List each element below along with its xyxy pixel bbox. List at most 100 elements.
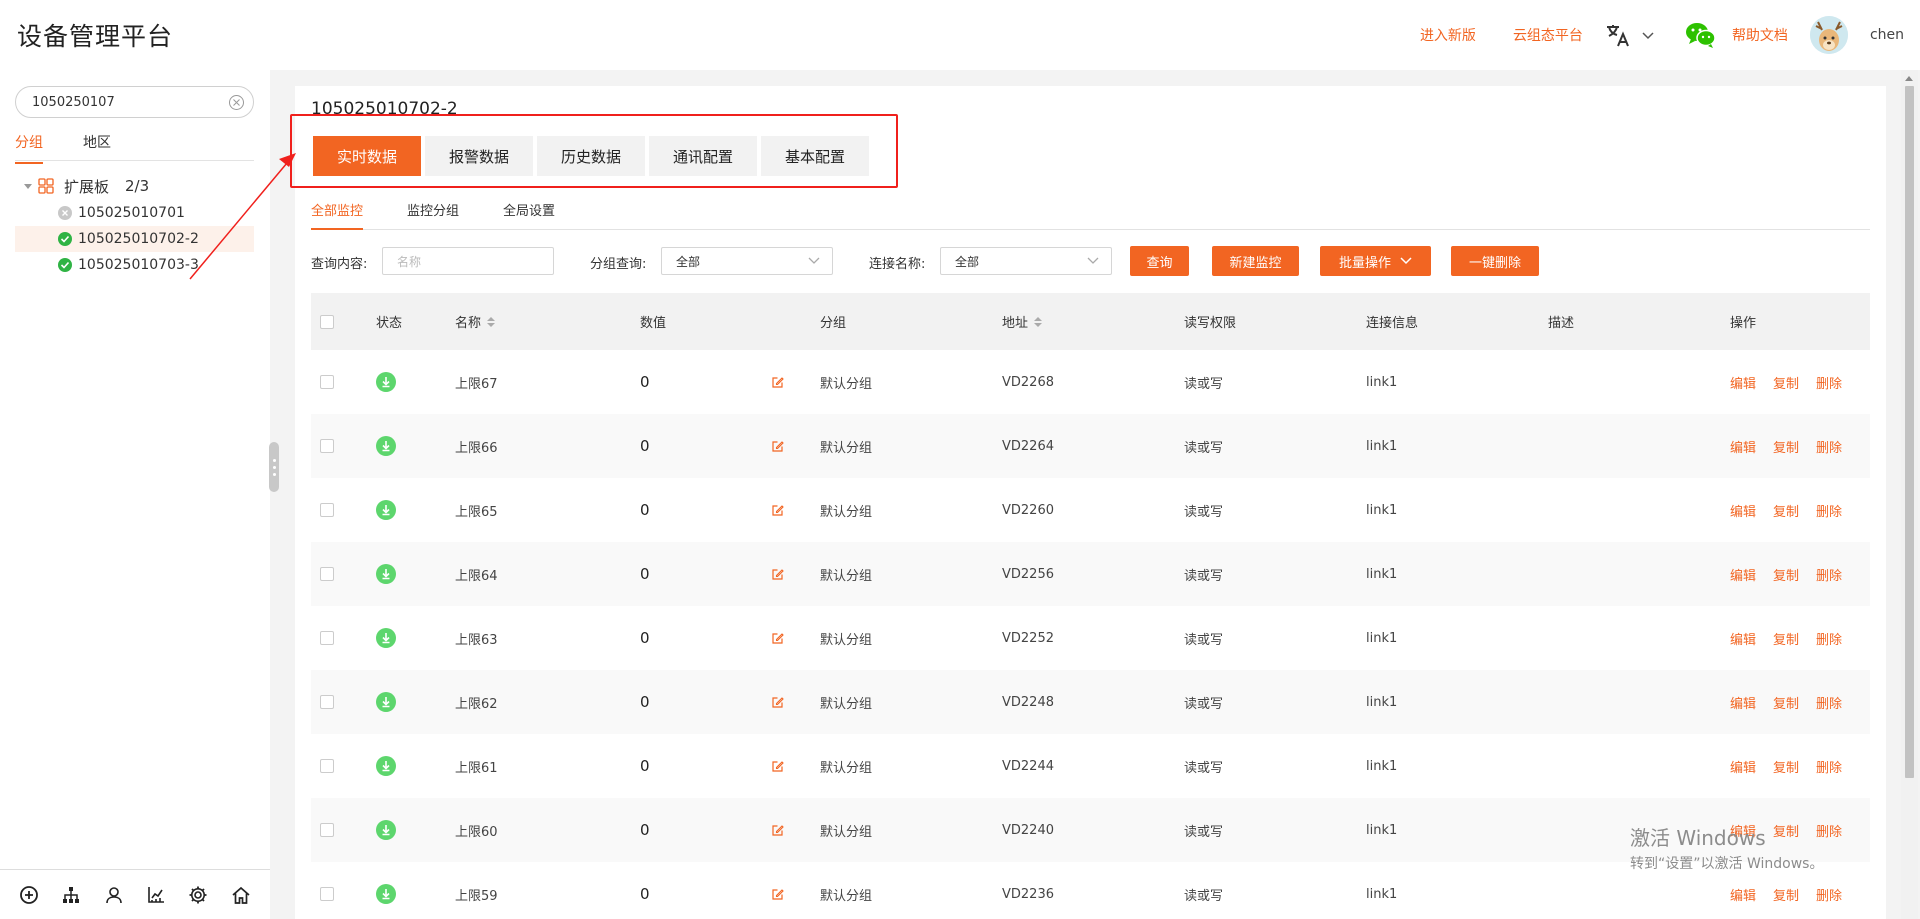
subtab-global-settings[interactable]: 全局设置 [503, 200, 555, 228]
tree-node-device-selected[interactable]: 105025010702-2 [15, 226, 254, 252]
scroll-up-icon[interactable] [1905, 76, 1913, 81]
row-checkbox[interactable] [320, 542, 334, 606]
copy-link[interactable]: 复制 [1773, 821, 1799, 840]
delete-link[interactable]: 删除 [1816, 565, 1842, 584]
edit-value-icon[interactable] [772, 862, 784, 919]
tab-history-data[interactable]: 历史数据 [537, 136, 645, 176]
tree-node-device[interactable]: 105025010701 [15, 200, 254, 226]
settings-gear-icon[interactable] [188, 885, 208, 905]
row-checkbox[interactable] [320, 734, 334, 798]
tab-basic-config[interactable]: 基本配置 [761, 136, 869, 176]
edit-link[interactable]: 编辑 [1730, 821, 1756, 840]
address-cell: VD2248 [1002, 694, 1054, 710]
page-scrollbar[interactable] [1901, 70, 1918, 919]
row-checkbox[interactable] [320, 606, 334, 670]
edit-value-icon[interactable] [772, 734, 784, 798]
batch-operations-button[interactable]: 批量操作 [1320, 246, 1431, 276]
query-input[interactable]: 名称 [382, 247, 554, 275]
col-value: 数值 [640, 316, 667, 331]
row-checkbox[interactable] [320, 350, 334, 414]
edit-value-icon[interactable] [772, 478, 784, 542]
group-cell: 默认分组 [820, 760, 873, 776]
home-icon[interactable] [231, 885, 251, 905]
delete-link[interactable]: 删除 [1816, 885, 1842, 904]
copy-link[interactable]: 复制 [1773, 501, 1799, 520]
avatar[interactable] [1809, 16, 1848, 54]
new-version-link[interactable]: 进入新版 [1420, 25, 1476, 45]
edit-link[interactable]: 编辑 [1730, 757, 1756, 776]
edit-link[interactable]: 编辑 [1730, 629, 1756, 648]
copy-link[interactable]: 复制 [1773, 693, 1799, 712]
connection-select[interactable]: 全部 [940, 247, 1112, 275]
row-checkbox[interactable] [320, 478, 334, 542]
copy-link[interactable]: 复制 [1773, 629, 1799, 648]
status-cell [376, 350, 396, 414]
edit-value-icon[interactable] [772, 414, 784, 478]
copy-link[interactable]: 复制 [1773, 885, 1799, 904]
edit-link[interactable]: 编辑 [1730, 693, 1756, 712]
edit-link[interactable]: 编辑 [1730, 437, 1756, 456]
user-icon[interactable] [104, 885, 124, 905]
col-address[interactable]: 地址 [1002, 293, 1043, 350]
tab-comm-config[interactable]: 通讯配置 [649, 136, 757, 176]
sort-icon[interactable] [1034, 316, 1043, 327]
tab-region[interactable]: 地区 [83, 132, 111, 162]
row-checkbox[interactable] [320, 414, 334, 478]
user-name[interactable]: chen [1870, 27, 1904, 43]
scrollbar-thumb[interactable] [1905, 86, 1914, 778]
tab-alarm-data[interactable]: 报警数据 [425, 136, 533, 176]
copy-link[interactable]: 复制 [1773, 437, 1799, 456]
new-monitor-button[interactable]: 新建监控 [1212, 246, 1299, 276]
org-tree-icon[interactable] [61, 885, 81, 905]
cloud-platform-link[interactable]: 云组态平台 [1513, 25, 1583, 45]
edit-value-icon[interactable] [772, 798, 784, 862]
delete-link[interactable]: 删除 [1816, 501, 1842, 520]
subtab-monitor-groups[interactable]: 监控分组 [407, 200, 459, 228]
delete-link[interactable]: 删除 [1816, 821, 1842, 840]
add-circle-icon[interactable] [19, 885, 39, 905]
copy-link[interactable]: 复制 [1773, 757, 1799, 776]
row-checkbox[interactable] [320, 862, 334, 919]
header-actions: 进入新版 云组态平台 帮助文档 chen [1420, 0, 1904, 70]
device-title: 105025010702-2 [311, 99, 458, 119]
row-checkbox[interactable] [320, 798, 334, 862]
group-select[interactable]: 全部 [661, 247, 833, 275]
col-name[interactable]: 名称 [455, 293, 496, 350]
edit-link[interactable]: 编辑 [1730, 501, 1756, 520]
delete-link[interactable]: 删除 [1816, 373, 1842, 392]
edit-link[interactable]: 编辑 [1730, 373, 1756, 392]
chart-icon[interactable] [146, 885, 166, 905]
tree-root-expansion-board[interactable]: 扩展板 2/3 [15, 174, 254, 198]
edit-value-icon[interactable] [772, 542, 784, 606]
delete-link[interactable]: 删除 [1816, 693, 1842, 712]
table-body: 上限67 0 默认分组 VD2268 读或写 link1 编辑 复制 删除 上限66 0 默认分组 VD… [311, 350, 1870, 919]
status-cell [376, 798, 396, 862]
delete-link[interactable]: 删除 [1816, 629, 1842, 648]
select-all-checkbox[interactable] [320, 293, 334, 350]
query-button[interactable]: 查询 [1130, 246, 1189, 276]
tab-realtime-data[interactable]: 实时数据 [313, 136, 421, 176]
sort-icon[interactable] [487, 316, 496, 327]
edit-value-icon[interactable] [772, 670, 784, 734]
copy-link[interactable]: 复制 [1773, 565, 1799, 584]
delete-link[interactable]: 删除 [1816, 757, 1842, 776]
edit-value-icon[interactable] [772, 606, 784, 670]
sidebar-collapse-handle[interactable] [269, 442, 279, 492]
wechat-icon[interactable] [1685, 21, 1717, 49]
device-search-input[interactable] [32, 94, 222, 110]
edit-link[interactable]: 编辑 [1730, 885, 1756, 904]
delete-all-button[interactable]: 一键删除 [1451, 246, 1539, 276]
edit-link[interactable]: 编辑 [1730, 565, 1756, 584]
copy-link[interactable]: 复制 [1773, 373, 1799, 392]
help-docs-link[interactable]: 帮助文档 [1732, 25, 1788, 45]
subtab-all-monitors[interactable]: 全部监控 [311, 200, 364, 230]
delete-link[interactable]: 删除 [1816, 437, 1842, 456]
status-cell [376, 862, 396, 919]
clear-search-icon[interactable] [228, 94, 245, 111]
tree-node-device[interactable]: 105025010703-3 [15, 252, 254, 278]
caret-down-icon[interactable] [24, 183, 32, 189]
row-checkbox[interactable] [320, 670, 334, 734]
edit-value-icon[interactable] [772, 350, 784, 414]
language-switcher[interactable] [1605, 22, 1655, 48]
rw-cell: 读或写 [1184, 888, 1224, 904]
